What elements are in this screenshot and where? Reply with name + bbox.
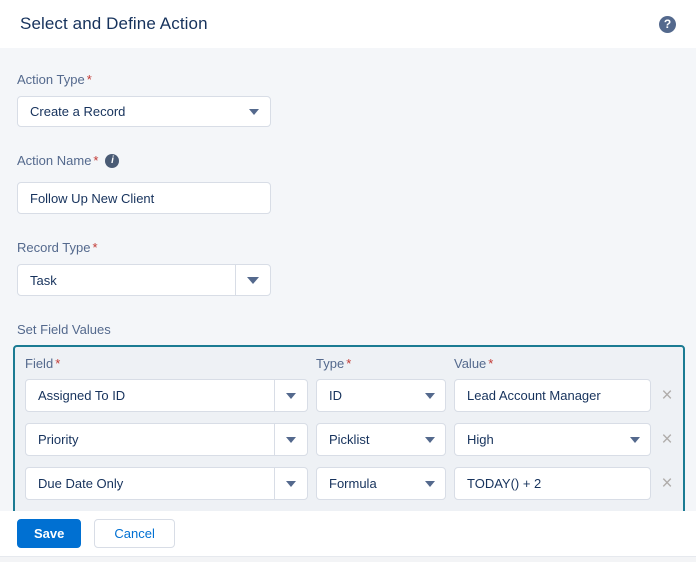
value-input[interactable] [454,467,651,500]
field-combobox[interactable]: Due Date Only [25,467,308,500]
action-type-select[interactable]: Create a Record [17,96,271,127]
action-type-label: Action Type * [17,72,92,87]
required-asterisk: * [86,72,92,87]
remove-row-icon[interactable]: × [659,474,675,493]
action-name-group: Action Name * i [17,153,696,214]
type-select[interactable]: Picklist [316,423,446,456]
dialog-body: Action Type * Create a Record Action Name… [0,48,696,511]
chevron-down-icon [286,480,296,487]
help-icon[interactable]: ? [659,15,676,33]
required-asterisk: * [346,356,352,371]
chevron-down-icon [425,436,435,443]
record-type-label: Record Type * [17,240,98,255]
field-value-row: Due Date Only Formula × [25,467,677,500]
record-type-group: Record Type * Task [17,240,696,296]
chevron-down-icon [249,108,259,115]
required-asterisk: * [93,153,99,168]
remove-row-icon[interactable]: × [659,386,675,405]
type-select[interactable]: ID [316,379,446,412]
action-type-group: Action Type * Create a Record [17,72,696,127]
question-mark-glyph: ? [663,17,672,31]
required-asterisk: * [55,356,61,371]
field-value-row: Priority Picklist High × [25,423,677,456]
field-dropdown-button[interactable] [274,380,307,411]
action-name-label: Action Name * i [17,153,696,168]
field-column-header: Field * [25,356,61,371]
required-asterisk: * [488,356,494,371]
value-column-header: Value * [454,356,494,371]
dialog-footer: Save Cancel [0,511,696,556]
value-input[interactable] [454,379,651,412]
chevron-down-icon [630,436,640,443]
save-button[interactable]: Save [17,519,82,548]
field-dropdown-button[interactable] [274,468,307,499]
action-type-value: Create a Record [30,104,126,119]
value-select[interactable]: High [454,423,651,456]
set-field-values-heading: Set Field Values [17,322,111,337]
set-field-values-panel: Field * Type * Value * Assigned To ID ID… [13,345,685,511]
page-title: Select and Define Action [20,14,208,33]
chevron-down-icon [425,480,435,487]
cancel-button[interactable]: Cancel [94,519,175,548]
set-field-values-header-row: Field * Type * Value * [25,356,677,371]
record-type-dropdown-button[interactable] [235,265,270,295]
page-background-strip [0,556,696,562]
field-dropdown-button[interactable] [274,424,307,455]
type-column-header: Type * [316,356,352,371]
info-icon[interactable]: i [105,153,120,168]
required-asterisk: * [92,240,98,255]
remove-row-icon[interactable]: × [659,430,675,449]
field-combobox[interactable]: Assigned To ID [25,379,308,412]
select-and-define-action-dialog: Select and Define Action ? Action Type * … [0,0,696,562]
chevron-down-icon [425,392,435,399]
action-name-input[interactable] [17,182,271,214]
chevron-down-icon [286,436,296,443]
field-value-row: Assigned To ID ID × [25,379,677,412]
chevron-down-icon [247,276,259,284]
type-select[interactable]: Formula [316,467,446,500]
field-combobox[interactable]: Priority [25,423,308,456]
record-type-value: Task [30,272,57,288]
chevron-down-icon [286,392,296,399]
record-type-combobox[interactable]: Task [17,264,271,296]
dialog-header: Select and Define Action ? [0,0,696,48]
